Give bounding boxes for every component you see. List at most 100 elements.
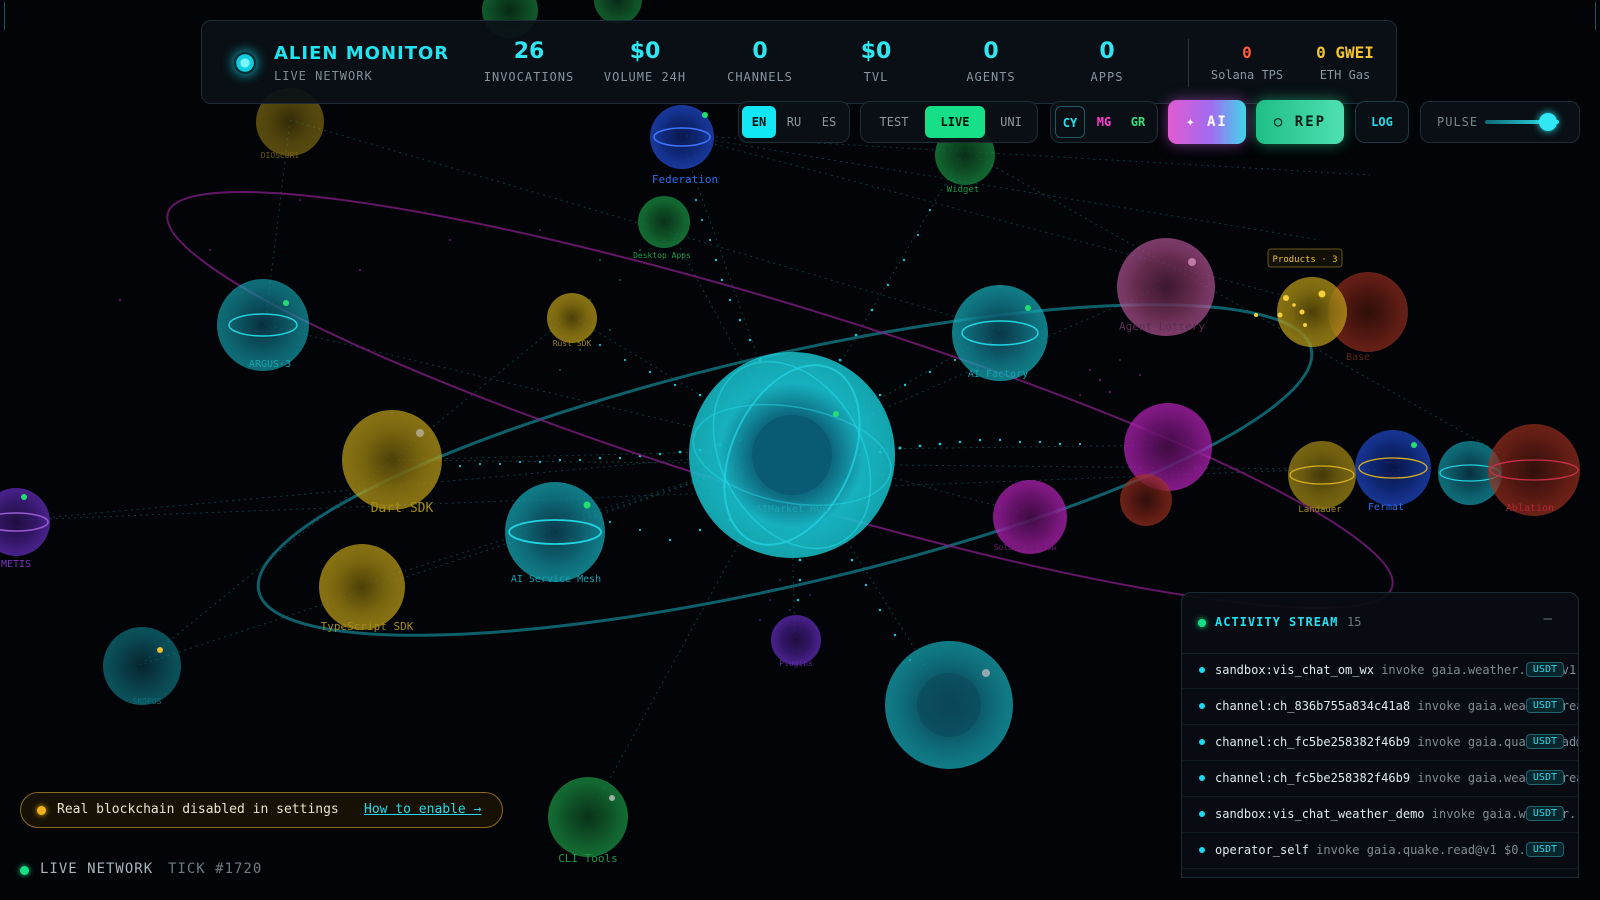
node-label: ARGUS-3 bbox=[249, 359, 291, 370]
node-label: AI Factory bbox=[968, 369, 1028, 380]
node-label: Ablation bbox=[1506, 503, 1554, 514]
activity-row[interactable]: sandbox:vis_chat_om_wx invoke gaia.weath… bbox=[1182, 653, 1578, 689]
chain-filter: CY MG GR bbox=[1050, 101, 1158, 143]
token-badge: USDT bbox=[1525, 770, 1564, 785]
activity-dot-icon bbox=[1199, 847, 1205, 853]
activity-actor: sandbox:vis_chat_weather_demo invoke gai… bbox=[1215, 807, 1578, 821]
ai-button[interactable]: ✦ AI bbox=[1168, 100, 1246, 144]
stat-invocations: 26 INVOCATIONS bbox=[474, 39, 584, 84]
activity-dot-icon bbox=[1199, 811, 1205, 817]
node-label: AIMarket Hub bbox=[756, 504, 828, 515]
stat-channels: 0 CHANNELS bbox=[705, 39, 815, 84]
how-to-enable-link[interactable]: How to enable → bbox=[364, 802, 481, 817]
app-subtitle: LIVE NETWORK bbox=[274, 69, 373, 83]
node-label: METIS bbox=[1, 559, 31, 570]
chain-option-gr[interactable]: GR bbox=[1123, 106, 1153, 138]
mode-option[interactable]: LIVE bbox=[925, 106, 985, 138]
node-solana-escrow[interactable]: Solana Escrow bbox=[993, 480, 1067, 554]
node-label: Base bbox=[1346, 352, 1370, 363]
activity-actor-id: sandbox:vis_chat_weather_demo bbox=[1215, 807, 1425, 821]
node-products[interactable]: Products · 3 bbox=[1254, 248, 1347, 347]
chain-option-mg[interactable]: MG bbox=[1089, 106, 1119, 138]
stat-apps: 0 APPS bbox=[1052, 39, 1162, 84]
frame-corner bbox=[4, 2, 33, 30]
node-typescript-sdk[interactable]: TypeScript SDK bbox=[319, 544, 414, 633]
node-label: Solana Escrow bbox=[994, 543, 1057, 552]
rep-button[interactable]: ○ REP bbox=[1256, 100, 1344, 144]
node-agent-lottery[interactable]: Agent Lottery bbox=[1117, 238, 1215, 336]
stat-eth-gas: 0 GWEI ETH Gas bbox=[1300, 43, 1390, 82]
stat-volume: $0 VOLUME 24H bbox=[590, 39, 700, 84]
activity-row[interactable]: channel:ch_fc5be258382f46b9 invoke gaia.… bbox=[1182, 761, 1578, 797]
node-ai-factory[interactable]: AI Factory bbox=[952, 285, 1048, 381]
activity-row[interactable]: anonymous invoke gaia.grid.read@v1 $0.00… bbox=[1182, 869, 1578, 877]
node-label: Rust SDK bbox=[553, 339, 592, 348]
activity-row[interactable]: sandbox:vis_chat_weather_demo invoke gai… bbox=[1182, 797, 1578, 833]
log-button[interactable]: LOG bbox=[1355, 101, 1409, 143]
stat-label: CHANNELS bbox=[727, 70, 793, 84]
node-cli-tools[interactable]: CLI Tools bbox=[548, 777, 628, 865]
node-label: ACEX bbox=[934, 748, 958, 759]
pulse-control: PULSE bbox=[1420, 101, 1580, 143]
node-ablation[interactable]: Ablation bbox=[1488, 424, 1580, 516]
language-option[interactable]: EN bbox=[742, 106, 776, 138]
live-status-icon bbox=[20, 866, 29, 875]
live-network-status: LIVE NETWORK bbox=[40, 861, 154, 877]
node-label: DIOSCURI bbox=[261, 151, 300, 160]
frame-corner bbox=[1567, 2, 1596, 30]
stats-bar: ALIEN MONITOR LIVE NETWORK 26 INVOCATION… bbox=[201, 20, 1397, 104]
mode-option[interactable]: UNI bbox=[989, 106, 1033, 138]
node-federation[interactable]: Federation bbox=[650, 105, 718, 186]
minimize-button[interactable]: — bbox=[1544, 611, 1552, 627]
node-dart-sdk[interactable]: Dart SDK bbox=[342, 410, 442, 516]
node-label: TypeScript SDK bbox=[321, 620, 414, 633]
stat-label: APPS bbox=[1090, 70, 1124, 84]
node-label: Landauer bbox=[1298, 505, 1342, 515]
activity-row[interactable]: operator_self invoke gaia.quake.read@v1 … bbox=[1182, 833, 1578, 869]
token-badge: USDT bbox=[1525, 734, 1564, 749]
stat-value: 0 bbox=[1099, 39, 1115, 64]
stat-solana-tps: 0 Solana TPS bbox=[1202, 43, 1292, 82]
node-metis[interactable]: METIS bbox=[0, 488, 50, 570]
chain-option-cy[interactable]: CY bbox=[1055, 106, 1085, 138]
warning-icon bbox=[37, 806, 46, 815]
activity-actor: sandbox:vis_chat_om_wx invoke gaia.weath… bbox=[1215, 663, 1578, 677]
stat-value: 0 bbox=[752, 39, 768, 64]
node-acex[interactable]: ACEX bbox=[885, 641, 1013, 769]
node-fermat[interactable]: Fermat bbox=[1355, 430, 1431, 513]
node-label: SKOPOS bbox=[133, 697, 162, 706]
activity-dot-icon bbox=[1199, 667, 1205, 673]
stat-value: 0 bbox=[983, 39, 999, 64]
activity-actor-id: sandbox:vis_chat_om_wx bbox=[1215, 663, 1374, 677]
stat-value: 0 bbox=[1242, 43, 1252, 62]
activity-actor: operator_self invoke gaia.quake.read@v1 … bbox=[1215, 843, 1540, 857]
activity-list: sandbox:vis_chat_om_wx invoke gaia.weath… bbox=[1182, 653, 1578, 877]
stat-value: $0 bbox=[860, 39, 892, 64]
activity-actor-id: channel:ch_fc5be258382f46b9 bbox=[1215, 771, 1411, 785]
node-label: Plugins bbox=[779, 659, 813, 668]
node-label: Widget bbox=[947, 185, 980, 195]
node-argus-3[interactable]: ARGUS-3 bbox=[217, 279, 309, 371]
products-tag: Products · 3 bbox=[1272, 255, 1337, 265]
node-desktop-apps[interactable]: Desktop Apps bbox=[633, 196, 691, 260]
token-badge: USDT bbox=[1525, 662, 1564, 677]
mode-switcher: TEST LIVE UNI bbox=[860, 101, 1038, 143]
stat-value: 0 GWEI bbox=[1316, 43, 1374, 62]
mode-option[interactable]: TEST bbox=[867, 106, 921, 138]
node-ai-service-mesh[interactable]: AI Service Mesh bbox=[505, 482, 605, 585]
node-skopos[interactable]: SKOPOS bbox=[103, 627, 181, 706]
activity-row[interactable]: channel:ch_836b755a834c41a8 invoke gaia.… bbox=[1182, 689, 1578, 725]
activity-row[interactable]: channel:ch_fc5be258382f46b9 invoke gaia.… bbox=[1182, 725, 1578, 761]
node-label: Federation bbox=[652, 173, 718, 186]
node-plugins[interactable]: Plugins bbox=[771, 615, 821, 668]
node-rust-sdk[interactable]: Rust SDK bbox=[547, 293, 597, 348]
stat-label: Solana TPS bbox=[1210, 68, 1284, 82]
language-option[interactable]: RU bbox=[777, 106, 811, 138]
stat-label: VOLUME 24H bbox=[603, 70, 687, 84]
stats-divider bbox=[1188, 39, 1189, 87]
language-option[interactable]: ES bbox=[812, 106, 846, 138]
pulse-slider-handle[interactable] bbox=[1538, 113, 1557, 131]
stat-tvl: $0 TVL bbox=[821, 39, 931, 84]
node-landauer[interactable]: Landauer bbox=[1288, 441, 1356, 515]
node-red-small[interactable] bbox=[1120, 474, 1172, 526]
